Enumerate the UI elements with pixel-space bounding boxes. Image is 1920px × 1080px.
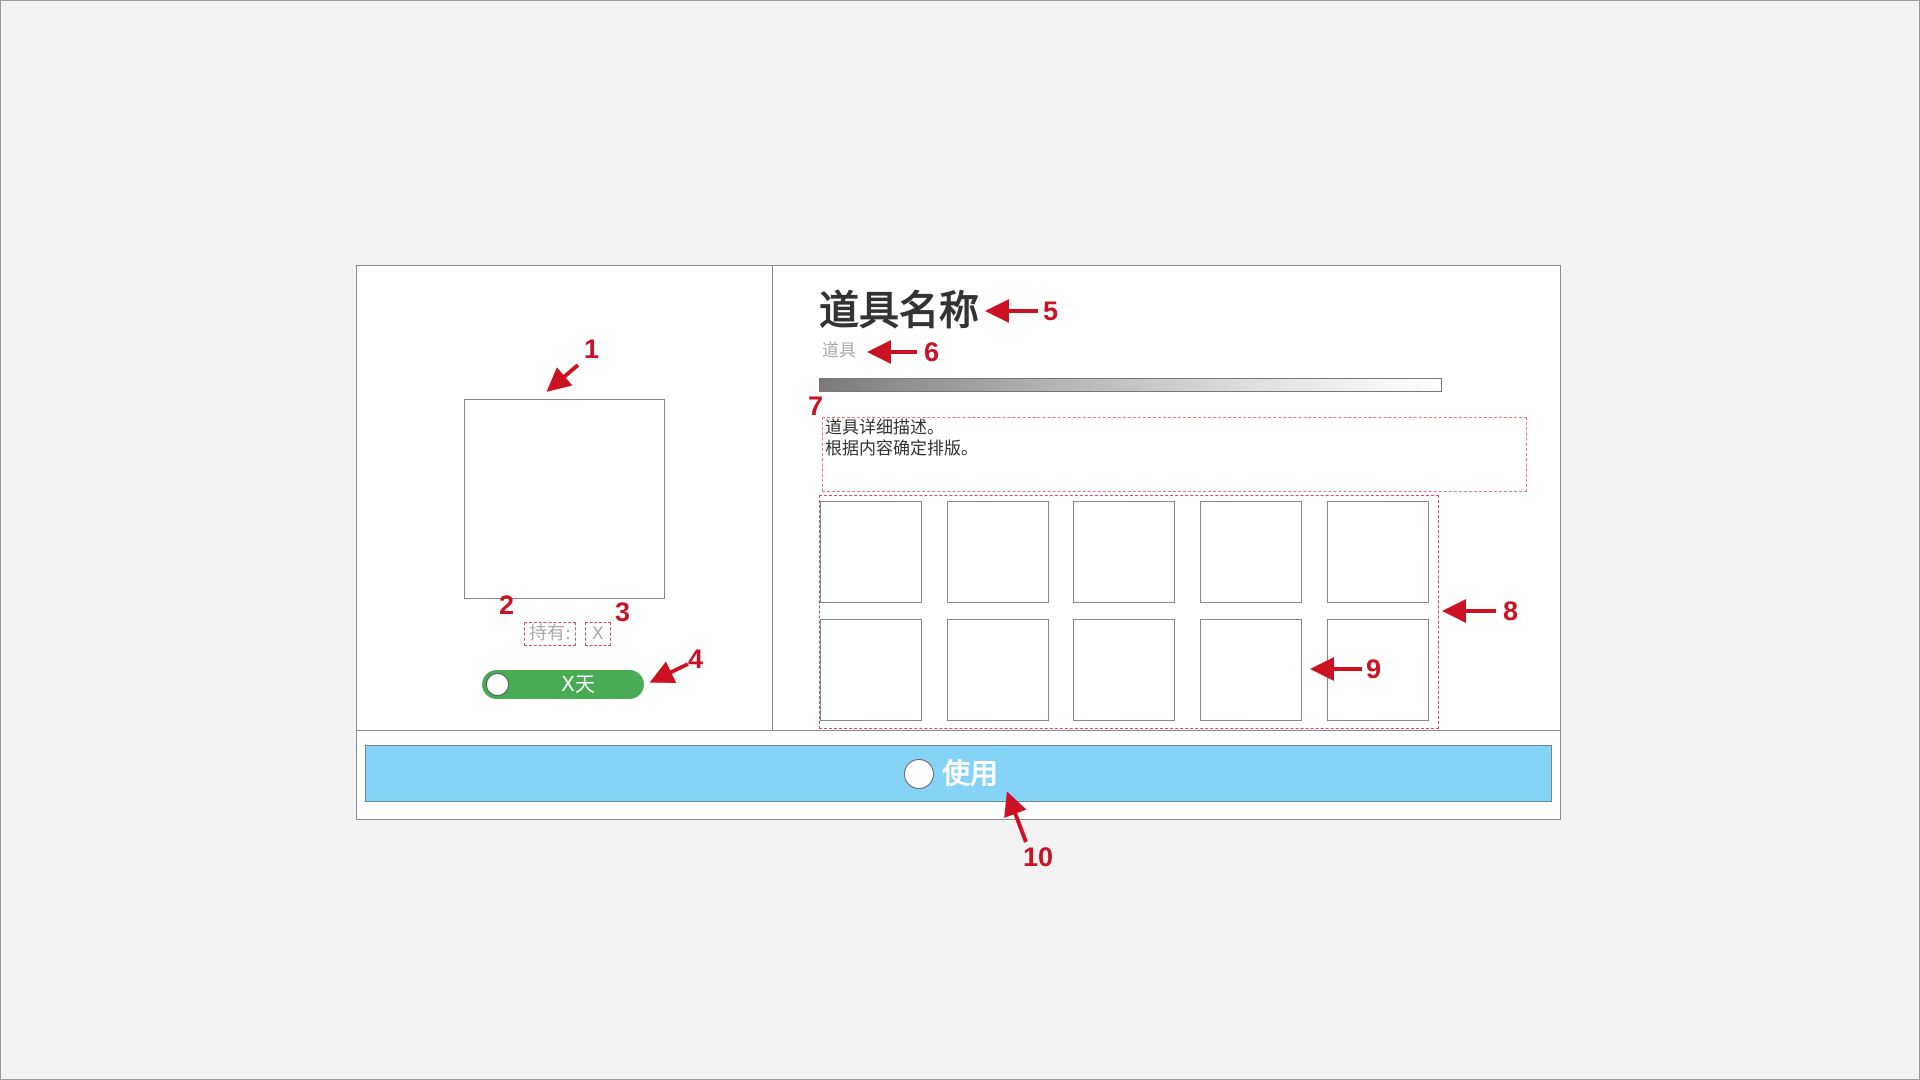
callout-number: 4: [688, 644, 704, 674]
callout-number: 1: [584, 334, 600, 364]
callout-number: 2: [499, 590, 515, 620]
callout-arrow-10: [1004, 791, 1028, 843]
callout-number: 10: [1023, 842, 1054, 872]
callout-arrow-4: [649, 661, 689, 683]
callout-number: 5: [1043, 296, 1059, 326]
callout-number: 9: [1366, 654, 1382, 684]
callout-arrow-1: [546, 363, 580, 392]
callout-number: 8: [1503, 596, 1519, 626]
callout-number: 7: [808, 391, 824, 421]
annotation-arrows: [546, 299, 1496, 843]
callout-number: 6: [924, 337, 940, 367]
callout-number: 3: [615, 597, 631, 627]
